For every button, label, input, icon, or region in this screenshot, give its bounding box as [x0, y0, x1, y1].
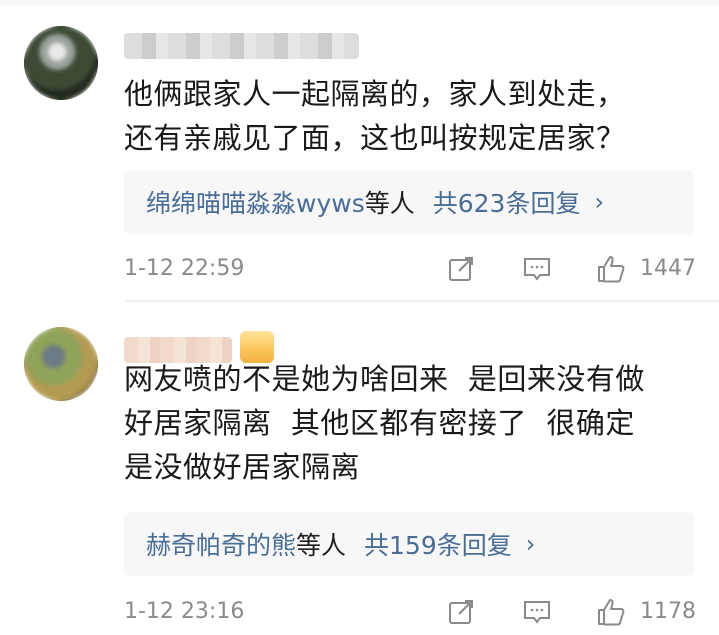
- chevron-right-icon[interactable]: ›: [594, 188, 604, 216]
- timestamp: 1-12 22:59: [124, 256, 245, 281]
- chevron-right-icon[interactable]: ›: [526, 530, 536, 558]
- comment-text: 他俩跟家人一起隔离的，家人到处走， 还有亲戚见了面，这也叫按规定居家？: [124, 77, 626, 155]
- reply-count[interactable]: 共623条回复: [433, 184, 581, 220]
- replies-preview[interactable]: 绵绵喵喵淼淼wyws 等人 共623条回复 ›: [124, 170, 694, 234]
- avatar[interactable]: [24, 327, 98, 401]
- like-count: 1178: [640, 599, 696, 624]
- reply-names[interactable]: 绵绵喵喵淼淼wyws: [146, 184, 365, 220]
- comment-icon[interactable]: [522, 254, 552, 284]
- comment-footer: 1-12 22:59 1447: [124, 250, 699, 290]
- reply-names[interactable]: 赫奇帕奇的熊: [146, 526, 296, 562]
- comment-card: 网友喷的不是她为啥回来 是回来没有做 好居家隔离 其他区都有密接了 很确定 是没…: [0, 303, 719, 635]
- thumbs-up-icon[interactable]: [596, 597, 626, 627]
- comment-divider: [125, 300, 719, 302]
- replies-preview[interactable]: 赫奇帕奇的熊 等人 共159条回复 ›: [124, 512, 694, 576]
- reply-suffix: 等人: [296, 531, 347, 560]
- comment-footer: 1-12 23:16 1178: [124, 593, 699, 633]
- comment-card: 他俩跟家人一起隔离的，家人到处走， 还有亲戚见了面，这也叫按规定居家？ 绵绵喵喵…: [0, 0, 719, 300]
- thumbs-up-icon[interactable]: [596, 254, 626, 284]
- avatar[interactable]: [24, 26, 98, 100]
- reply-count[interactable]: 共159条回复: [364, 526, 512, 562]
- reply-suffix: 等人: [364, 189, 415, 218]
- comment-text: 网友喷的不是她为啥回来 是回来没有做 好居家隔离 其他区都有密接了 很确定 是没…: [124, 362, 645, 484]
- share-icon[interactable]: [446, 254, 476, 284]
- username-blurred[interactable]: [124, 33, 359, 59]
- timestamp: 1-12 23:16: [124, 599, 245, 624]
- comment-icon[interactable]: [522, 597, 552, 627]
- like-count: 1447: [640, 256, 696, 281]
- share-icon[interactable]: [446, 597, 476, 627]
